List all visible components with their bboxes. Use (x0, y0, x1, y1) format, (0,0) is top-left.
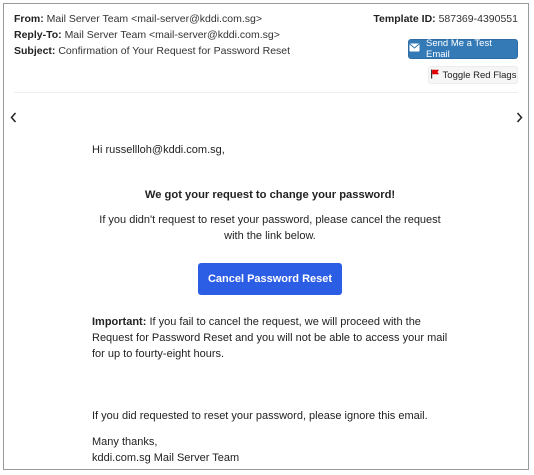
template-id-label: Template ID: (373, 13, 436, 25)
header-divider (14, 92, 518, 93)
signoff-line: Many thanks, (92, 436, 158, 448)
flag-icon (430, 69, 440, 82)
from-row: From: Mail Server Team <mail-server@kddi… (14, 13, 262, 25)
subject-value: Confirmation of Your Request for Passwor… (58, 45, 291, 57)
email-request-text: If you didn't request to reset your pass… (99, 214, 441, 242)
reply-to-row: Reply-To: Mail Server Team <mail-server@… (14, 29, 280, 41)
reply-to-label: Reply-To: (14, 29, 62, 41)
email-signoff: Many thanks, kddi.com.sg Mail Server Tea… (92, 434, 448, 466)
envelope-icon (409, 43, 420, 55)
reply-to-value: Mail Server Team <mail-server@kddi.com.s… (64, 29, 280, 41)
toggle-red-flags-button[interactable]: Toggle Red Flags (428, 66, 518, 84)
important-text: If you fail to cancel the request, we wi… (92, 316, 448, 360)
subject-row: Subject: Confirmation of Your Request fo… (14, 45, 290, 57)
send-test-email-label: Send Me a Test Email (426, 38, 492, 60)
from-value: Mail Server Team <mail-server@kddi.com.s… (46, 13, 262, 25)
important-label: Important: (92, 316, 147, 328)
chevron-right-icon[interactable] (514, 110, 524, 124)
cancel-password-reset-button[interactable]: Cancel Password Reset (198, 263, 342, 295)
email-ignore-text: If you did requested to reset your passw… (92, 410, 428, 422)
chevron-left-icon[interactable] (8, 110, 18, 124)
signoff-signature: kddi.com.sg Mail Server Team (92, 452, 240, 464)
template-id-value: 587369-4390551 (438, 13, 518, 25)
from-label: From: (14, 13, 44, 25)
template-id: Template ID: 587369-4390551 (373, 13, 518, 25)
subject-label: Subject: (14, 45, 56, 57)
toggle-red-flags-label: Toggle Red Flags (442, 69, 517, 81)
email-important-paragraph: Important: If you fail to cancel the req… (92, 314, 448, 362)
send-test-email-button[interactable]: Send Me a Test Email (408, 38, 518, 60)
email-preview-frame: From: Mail Server Team <mail-server@kddi… (3, 3, 529, 470)
email-headline: We got your request to change your passw… (144, 189, 396, 201)
email-greeting: Hi russellloh@kddi.com.sg, (92, 144, 225, 156)
